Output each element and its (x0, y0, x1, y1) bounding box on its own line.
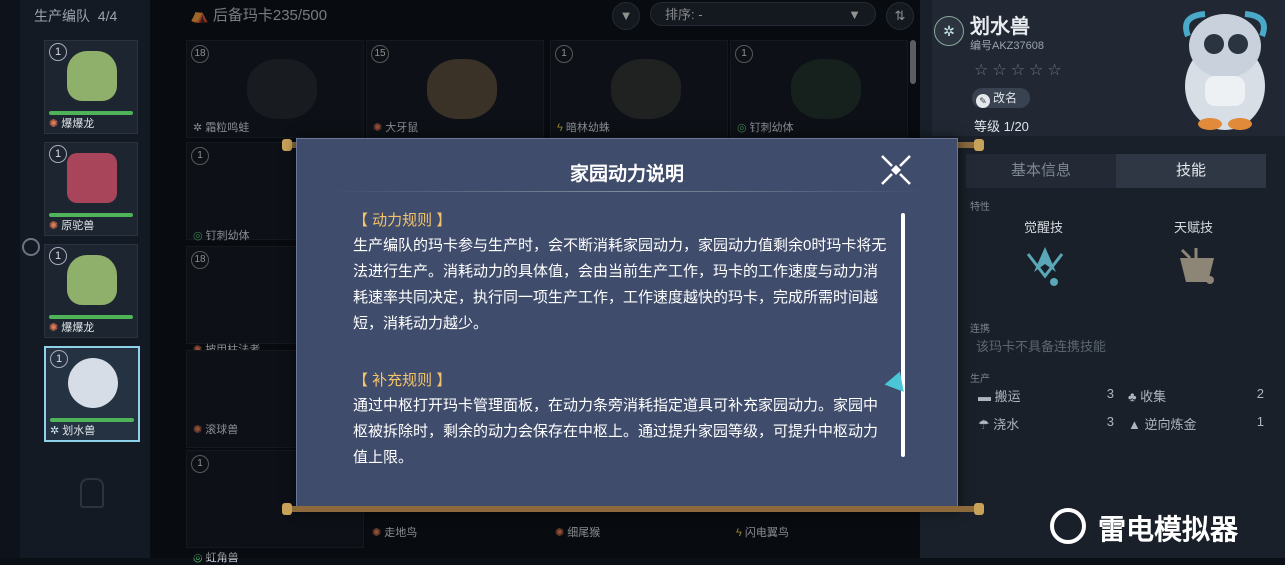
level-badge: 1 (50, 350, 68, 368)
detail-tabs: 基本信息 技能 (966, 154, 1266, 188)
awaken-skill-label: 觉醒技 (1024, 220, 1064, 235)
talent-skill-label: 天赋技 (1174, 220, 1214, 235)
water-icon: ☂ (978, 417, 990, 432)
ice-icon: ✲ (934, 16, 964, 46)
team-card[interactable]: 1 ✺ 原驼兽 (44, 142, 138, 236)
watermark-logo (1050, 508, 1086, 544)
level-badge: 1 (49, 145, 67, 163)
carry-icon: ▬ (978, 389, 991, 404)
monster-art (68, 358, 118, 408)
monster-name: 划水兽 (970, 16, 1030, 38)
production-item: ☂ 浇水 3 (978, 414, 1114, 432)
card-name: ✺ 原驼兽 (49, 220, 95, 232)
star-rating: ☆☆☆☆☆ (974, 62, 1066, 79)
lock-icon (80, 478, 104, 508)
dialog-title: 家园动力说明 (569, 164, 684, 185)
card-name: ✲ 划水兽 (50, 425, 96, 437)
link-skill-text: 该玛卡不具备连携技能 (976, 339, 1107, 354)
left-rail (0, 0, 20, 558)
team-card[interactable]: 1 ✺ 爆爆龙 (44, 244, 138, 338)
section-text: 生产编队的玛卡参与生产时，会不断消耗家园动力，家园动力值剩余0时玛卡将无法进行生… (353, 237, 887, 332)
section-text: 通过中枢打开玛卡管理面板，在动力条旁消耗指定道具可补充家园动力。家园中枢被拆除时… (353, 397, 879, 466)
rename-button[interactable]: ✎ 改名 (972, 88, 1030, 108)
card-name: ✺ 爆爆龙 (49, 322, 95, 334)
production-item: ▲ 逆向炼金 1 (1128, 414, 1264, 432)
scroll-rod-bottom (282, 503, 984, 515)
close-icon[interactable] (879, 153, 913, 187)
title-divider (327, 191, 927, 192)
tab-basic-info[interactable]: 基本信息 (966, 154, 1116, 188)
ice-icon: ✲ (50, 425, 60, 437)
monster-portrait (1183, 11, 1267, 130)
team-title: 生产编队 4/4 (34, 8, 118, 24)
team-card-selected[interactable]: 1 ✲ 划水兽 (44, 346, 140, 442)
home-power-dialog: 家园动力说明 【 动力规则 】 生产编队的玛卡参与生产时，会不断消耗家园动力，家… (296, 138, 958, 510)
link-label: 连携 (970, 324, 990, 335)
monster-art (67, 51, 117, 101)
production-item: ♣ 收集 2 (1128, 386, 1264, 404)
production-label: 生产 (970, 374, 990, 385)
production-item: ▬ 搬运 3 (978, 386, 1114, 404)
trait-label: 特性 (970, 202, 990, 213)
level-badge: 1 (49, 43, 67, 61)
flask-icon: ▲ (1128, 417, 1141, 432)
tab-skills[interactable]: 技能 (1116, 154, 1266, 188)
edit-icon: ✎ (976, 94, 990, 108)
talent-skill-icon[interactable] (1172, 242, 1222, 292)
monster-art (67, 153, 117, 203)
fire-icon: ✺ (49, 322, 59, 334)
fire-icon: ✺ (49, 118, 59, 130)
section-title: 【 动力规则 】 (353, 212, 452, 229)
awaken-skill-icon[interactable] (1020, 242, 1070, 292)
section-title: 【 补充规则 】 (353, 372, 452, 389)
team-card[interactable]: 1 ✺ 爆爆龙 (44, 40, 138, 134)
dialog-scrollbar[interactable] (901, 213, 905, 457)
monster-art (67, 255, 117, 305)
basket-icon: ♣ (1128, 389, 1137, 404)
monster-level: 等级 1/20 (974, 119, 1029, 134)
card-name: ✺ 爆爆龙 (49, 118, 95, 130)
monster-code: 编号AKZ37608 (970, 40, 1044, 52)
level-badge: 1 (49, 247, 67, 265)
watermark: 雷电模拟器 (1098, 514, 1239, 545)
fire-icon: ✺ (49, 220, 59, 232)
target-icon[interactable] (22, 238, 40, 256)
